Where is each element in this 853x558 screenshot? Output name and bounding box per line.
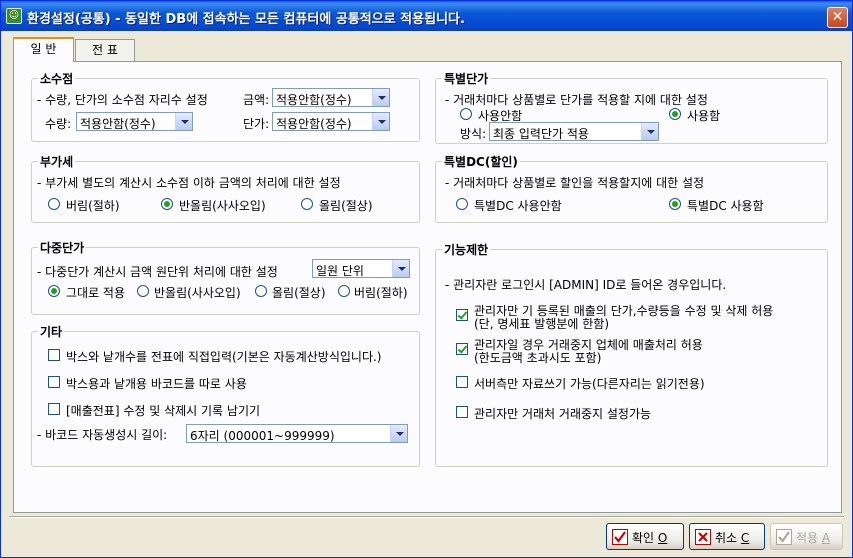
vat-ceil-label[interactable]: 올림(절상) [319, 197, 373, 214]
vat-round-label[interactable]: 반올림(사사오입) [179, 197, 266, 214]
direct-entry-checkbox[interactable] [48, 349, 60, 361]
ok-button-key: O [657, 531, 668, 545]
vat-ceil-radio[interactable] [301, 198, 313, 210]
rounding-unit-value: 일원 단위 [316, 264, 364, 278]
server-write-checkbox[interactable] [456, 376, 468, 388]
special-dc-off-label[interactable]: 특별DC 사용안함 [474, 197, 562, 214]
amount-decimal-value: 적용안함(정수) [276, 93, 352, 107]
check-icon [612, 529, 628, 545]
close-button[interactable]: ✕ [827, 7, 848, 28]
multi-floor-label[interactable]: 버림(절하) [354, 284, 408, 301]
cancel-button[interactable]: 취소 C [689, 523, 765, 550]
price-decimal-select[interactable]: 적용안함(정수) [272, 112, 390, 131]
close-icon [695, 529, 711, 545]
admin-suspend-set-checkbox[interactable] [456, 406, 468, 418]
app-icon: ☺ [6, 8, 22, 24]
price-method-value: 최종 입력단가 적용 [493, 127, 589, 141]
decimal-group-title: 소수점 [38, 70, 76, 87]
barcode-length-select[interactable]: 6자리 (000001~999999) [186, 424, 408, 443]
separate-barcode-checkbox[interactable] [48, 376, 60, 388]
vat-floor-radio[interactable] [48, 198, 60, 210]
multi-asis-radio[interactable] [48, 285, 60, 297]
check-icon [776, 529, 792, 545]
chevron-down-icon[interactable] [175, 113, 192, 130]
amount-label: 금액: [243, 93, 270, 107]
cancel-button-key: C [740, 531, 750, 545]
apply-button-key: A [821, 531, 831, 545]
multi-round-label[interactable]: 반올림(사사오입) [154, 284, 241, 301]
multi-floor-radio[interactable] [338, 285, 350, 297]
special-dc-on-radio[interactable] [669, 198, 681, 210]
direct-entry-label[interactable]: 박스와 낱개수를 전표에 직접입력(기본은 자동계산방식입니다.) [66, 348, 381, 365]
window-title: 환경설정(공통) - 동일한 DB에 접속하는 모든 컴퓨터에 공통적으로 적용… [27, 12, 465, 27]
multi-round-radio[interactable] [137, 285, 149, 297]
special-price-on-radio[interactable] [669, 108, 681, 120]
misc-group-title: 기타 [38, 323, 65, 340]
settings-window: ☺ 환경설정(공통) - 동일한 DB에 접속하는 모든 컴퓨터에 공통적으로 … [0, 0, 853, 558]
admin-edit-checkbox[interactable] [456, 309, 468, 321]
separate-barcode-label[interactable]: 박스용과 낱개용 바코드를 따로 사용 [66, 375, 247, 392]
special-dc-off-radio[interactable] [456, 198, 468, 210]
title-bar[interactable]: ☺ 환경설정(공통) - 동일한 DB에 접속하는 모든 컴퓨터에 공통적으로 … [1, 1, 852, 31]
vat-round-radio[interactable] [161, 198, 173, 210]
apply-button[interactable]: 적용 A [770, 523, 843, 550]
decimal-desc: - 수량, 단가의 소수점 자리수 설정 [37, 93, 208, 107]
method-label: 방식: [460, 127, 487, 141]
rounding-unit-select[interactable]: 일원 단위 [312, 259, 410, 278]
sales-log-label[interactable]: [매출전표] 수정 및 삭제시 기록 남기기 [66, 402, 260, 419]
vat-desc: - 부가세 별도의 계산시 소수점 이하 금액의 처리에 대한 설정 [37, 176, 341, 190]
admin-suspend-set-label[interactable]: 관리자만 거래처 거래중지 설정가능 [474, 405, 651, 422]
chevron-down-icon[interactable] [372, 113, 389, 130]
special-price-desc: - 거래처마다 상품별로 단가를 적용할 지에 대한 설정 [445, 93, 708, 107]
chevron-down-icon[interactable] [372, 89, 389, 106]
price-decimal-value: 적용안함(정수) [276, 117, 352, 131]
limits-group-title: 기능제한 [442, 241, 491, 258]
admin-suspended-note: (한도금액 초과시도 포함) [474, 351, 602, 365]
special-dc-group-title: 특별DC(할인) [442, 153, 520, 170]
multi-ceil-radio[interactable] [255, 285, 267, 297]
chevron-down-icon[interactable] [390, 425, 407, 442]
barcode-length-label: - 바코드 자동생성시 길이: [37, 428, 168, 442]
multi-ceil-label[interactable]: 올림(절상) [272, 284, 326, 301]
special-price-group-title: 특별단가 [442, 70, 491, 87]
price-method-select[interactable]: 최종 입력단가 적용 [489, 122, 659, 141]
vat-floor-label[interactable]: 버림(절하) [66, 197, 120, 214]
special-dc-desc: - 거래처마다 상품별로 할인을 적용할지에 대한 설정 [445, 176, 705, 190]
qty-label: 수량: [45, 117, 72, 131]
multi-price-desc: - 다중단가 계산시 금액 원단위 처리에 대한 설정 [37, 265, 278, 279]
apply-button-label: 적용 [796, 531, 819, 545]
ok-button-label: 확인 [632, 531, 655, 545]
bottom-divider [9, 516, 844, 518]
server-write-label[interactable]: 서버측만 자료쓰기 가능(다른자리는 읽기전용) [474, 375, 705, 392]
sales-log-checkbox[interactable] [48, 403, 60, 415]
chevron-down-icon[interactable] [641, 123, 658, 140]
barcode-length-value: 6자리 (000001~999999) [190, 429, 335, 443]
cancel-button-label: 취소 [715, 531, 738, 545]
limits-desc: - 관리자란 로그인시 [ADMIN] ID로 들어온 경우입니다. [445, 278, 727, 292]
admin-suspended-checkbox[interactable] [456, 343, 468, 355]
special-dc-on-label[interactable]: 특별DC 사용함 [687, 197, 764, 214]
multi-asis-label[interactable]: 그대로 적용 [66, 284, 125, 301]
qty-decimal-value: 적용안함(정수) [80, 117, 156, 131]
multi-price-group: 다중단가 [31, 239, 420, 315]
amount-decimal-select[interactable]: 적용안함(정수) [272, 88, 390, 107]
qty-decimal-select[interactable]: 적용안함(정수) [76, 112, 193, 131]
price-label: 단가: [243, 117, 270, 131]
chevron-down-icon[interactable] [392, 260, 409, 277]
ok-button[interactable]: 확인 O [606, 523, 684, 550]
special-price-off-radio[interactable] [460, 108, 472, 120]
vat-group-title: 부가세 [38, 153, 76, 170]
tab-general[interactable]: 일 반 [13, 37, 74, 62]
tab-voucher[interactable]: 전 표 [75, 39, 135, 61]
multi-price-group-title: 다중단가 [38, 239, 87, 256]
admin-edit-note: (단, 명세표 발행분에 한함) [474, 317, 610, 331]
special-price-on-label[interactable]: 사용함 [687, 107, 720, 124]
